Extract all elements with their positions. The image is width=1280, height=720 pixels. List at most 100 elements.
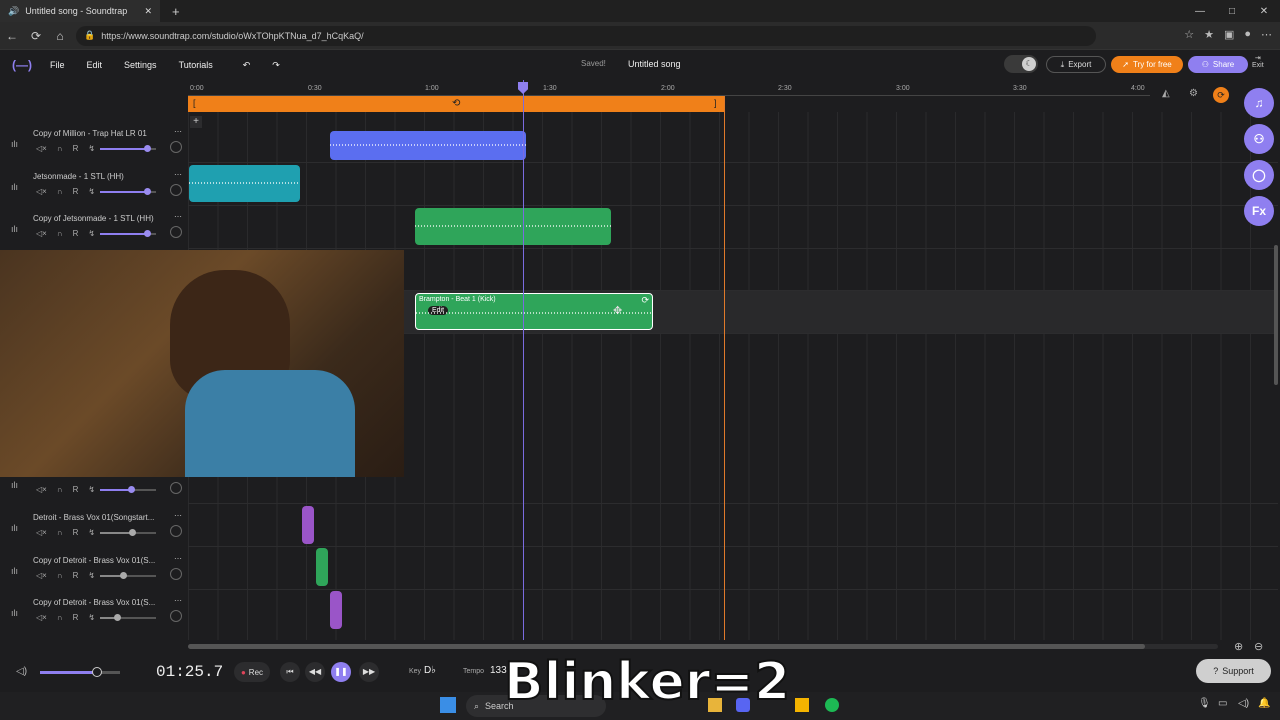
refresh-icon[interactable]: ⟳ [24,29,48,43]
master-volume-slider[interactable] [40,667,120,677]
soundtrap-logo[interactable]: (—) [12,58,32,72]
volume-slider[interactable] [100,145,156,152]
network-icon[interactable]: ▭ [1218,698,1227,709]
profile-icon[interactable]: ● [1244,28,1251,41]
loop-end-handle[interactable]: ] [714,98,717,108]
track-menu-icon[interactable]: ⋯ [174,511,182,520]
settings-gear-icon[interactable]: ⚙ [1189,88,1198,99]
track-name[interactable]: Copy of Jetsonmade - 1 STL (HH) [33,214,154,223]
track-name[interactable]: Jetsonmade - 1 STL (HH) [33,172,124,181]
record-arm-button[interactable]: R [73,528,79,537]
track-name[interactable]: Copy of Million - Trap Hat LR 01 [33,129,147,138]
volume-slider[interactable] [100,614,156,621]
audio-clip[interactable] [330,591,342,629]
record-arm-button[interactable]: R [73,229,79,238]
browser-tab[interactable]: 🔊 Untitled song - Soundtrap ✕ [0,0,160,22]
volume-slider[interactable] [100,572,156,579]
try-free-button[interactable]: ➚ Try for free [1111,56,1183,73]
record-arm-button[interactable]: R [73,571,79,580]
menu-file[interactable]: File [50,60,65,70]
audio-clip[interactable] [302,506,314,544]
track-name[interactable]: Copy of Detroit - Brass Vox 01(S... [33,598,155,607]
pan-knob[interactable] [170,184,182,196]
maximize-button[interactable]: □ [1216,0,1248,22]
speaker-icon[interactable]: ◁) [1238,698,1249,709]
loop-region[interactable]: [ ⟲ ] [188,96,724,112]
rockstar-icon[interactable] [795,698,809,712]
headphones-icon[interactable]: ∩ [57,613,63,622]
clip-edit-button[interactable]: Edit [428,306,449,315]
favorites-icon[interactable]: ★ [1204,28,1214,41]
redo-icon[interactable]: ↷ [272,60,280,71]
menu-icon[interactable]: ⋯ [1261,28,1272,41]
audio-clip[interactable] [189,165,300,202]
mute-icon[interactable]: ◁× [36,528,47,537]
autotune-icon[interactable]: ↯ [88,229,95,238]
audio-clip[interactable] [330,131,526,160]
clip-loop-icon[interactable]: ⟳ [641,295,649,306]
mute-icon[interactable]: ◁× [36,571,47,580]
audio-clip[interactable] [316,548,328,586]
timeline-ruler[interactable]: 0:00 0:30 1:00 1:30 2:00 2:30 3:00 3:30 … [188,80,1150,96]
track-menu-icon[interactable]: ⋯ [174,212,182,221]
chat-button[interactable]: ◯ [1244,160,1274,190]
volume-slider[interactable] [100,230,156,237]
headphones-icon[interactable]: ∩ [57,528,63,537]
vertical-scrollbar[interactable] [1274,245,1278,385]
mute-icon[interactable]: ◁× [36,144,47,153]
pan-knob[interactable] [170,226,182,238]
autotune-icon[interactable]: ↯ [88,613,95,622]
volume-slider[interactable] [100,529,156,536]
back-icon[interactable]: ← [0,29,24,43]
menu-tutorials[interactable]: Tutorials [179,60,213,70]
track-menu-icon[interactable]: ⋯ [174,596,182,605]
minimize-button[interactable]: — [1184,0,1216,22]
mute-icon[interactable]: ◁× [36,485,47,494]
record-arm-button[interactable]: R [73,613,79,622]
close-window-button[interactable]: ✕ [1248,0,1280,22]
key-value[interactable]: D♭ [424,665,436,676]
record-arm-button[interactable]: R [73,144,79,153]
track-header[interactable]: ılı Copy of Detroit - Brass Vox 01(S... … [0,596,188,638]
support-button[interactable]: ? Support [1196,659,1271,683]
mute-icon[interactable]: ◁× [36,613,47,622]
headphones-icon[interactable]: ∩ [57,485,63,494]
track-menu-icon[interactable]: ⋯ [174,170,182,179]
share-button[interactable]: ⚇ Share [1188,56,1248,73]
autotune-icon[interactable]: ↯ [88,144,95,153]
autotune-icon[interactable]: ↯ [88,187,95,196]
address-bar[interactable]: 🔒 https://www.soundtrap.com/studio/oWxTO… [76,25,1096,46]
fast-forward-icon[interactable]: ▶▶ [359,662,379,682]
song-title[interactable]: Untitled song [628,59,681,69]
notification-icon[interactable]: 🔔 [1258,698,1270,709]
autotune-icon[interactable]: ↯ [88,485,95,494]
track-menu-icon[interactable]: ⋯ [174,127,182,136]
loops-button[interactable]: ♫ [1244,88,1274,118]
track-header[interactable]: ılı Copy of Jetsonmade - 1 STL (HH) ⋯ ◁×… [0,212,188,254]
track-header[interactable]: ılı Copy of Million - Trap Hat LR 01 ⋯ ◁… [0,127,188,169]
metronome-icon[interactable]: ◭ [1162,88,1170,99]
pan-knob[interactable] [170,610,182,622]
add-track-button[interactable]: + [190,116,202,128]
skip-back-icon[interactable]: ⏮ [280,662,300,682]
export-button[interactable]: ⤓ Export [1046,56,1106,73]
undo-icon[interactable]: ↶ [243,60,251,71]
headphones-icon[interactable]: ∩ [57,187,63,196]
menu-settings[interactable]: Settings [124,60,157,70]
track-name[interactable]: Copy of Detroit - Brass Vox 01(S... [33,556,155,565]
volume-icon[interactable]: ◁) [16,666,27,677]
theme-toggle[interactable]: ☾ [1004,55,1038,73]
new-tab-button[interactable]: + [172,4,180,19]
menu-edit[interactable]: Edit [87,60,103,70]
pan-knob[interactable] [170,141,182,153]
mute-icon[interactable]: ◁× [36,187,47,196]
collections-icon[interactable]: ▣ [1224,28,1234,41]
loop-toggle-icon[interactable]: ⟳ [1213,87,1229,103]
pan-knob[interactable] [170,568,182,580]
headphones-icon[interactable]: ∩ [57,229,63,238]
windows-start-icon[interactable] [440,697,456,713]
rewind-icon[interactable]: ◀◀ [305,662,325,682]
track-header[interactable]: ılı Copy of Detroit - Brass Vox 01(S... … [0,554,188,596]
headphones-icon[interactable]: ∩ [57,571,63,580]
collaborators-button[interactable]: ⚇ [1244,124,1274,154]
